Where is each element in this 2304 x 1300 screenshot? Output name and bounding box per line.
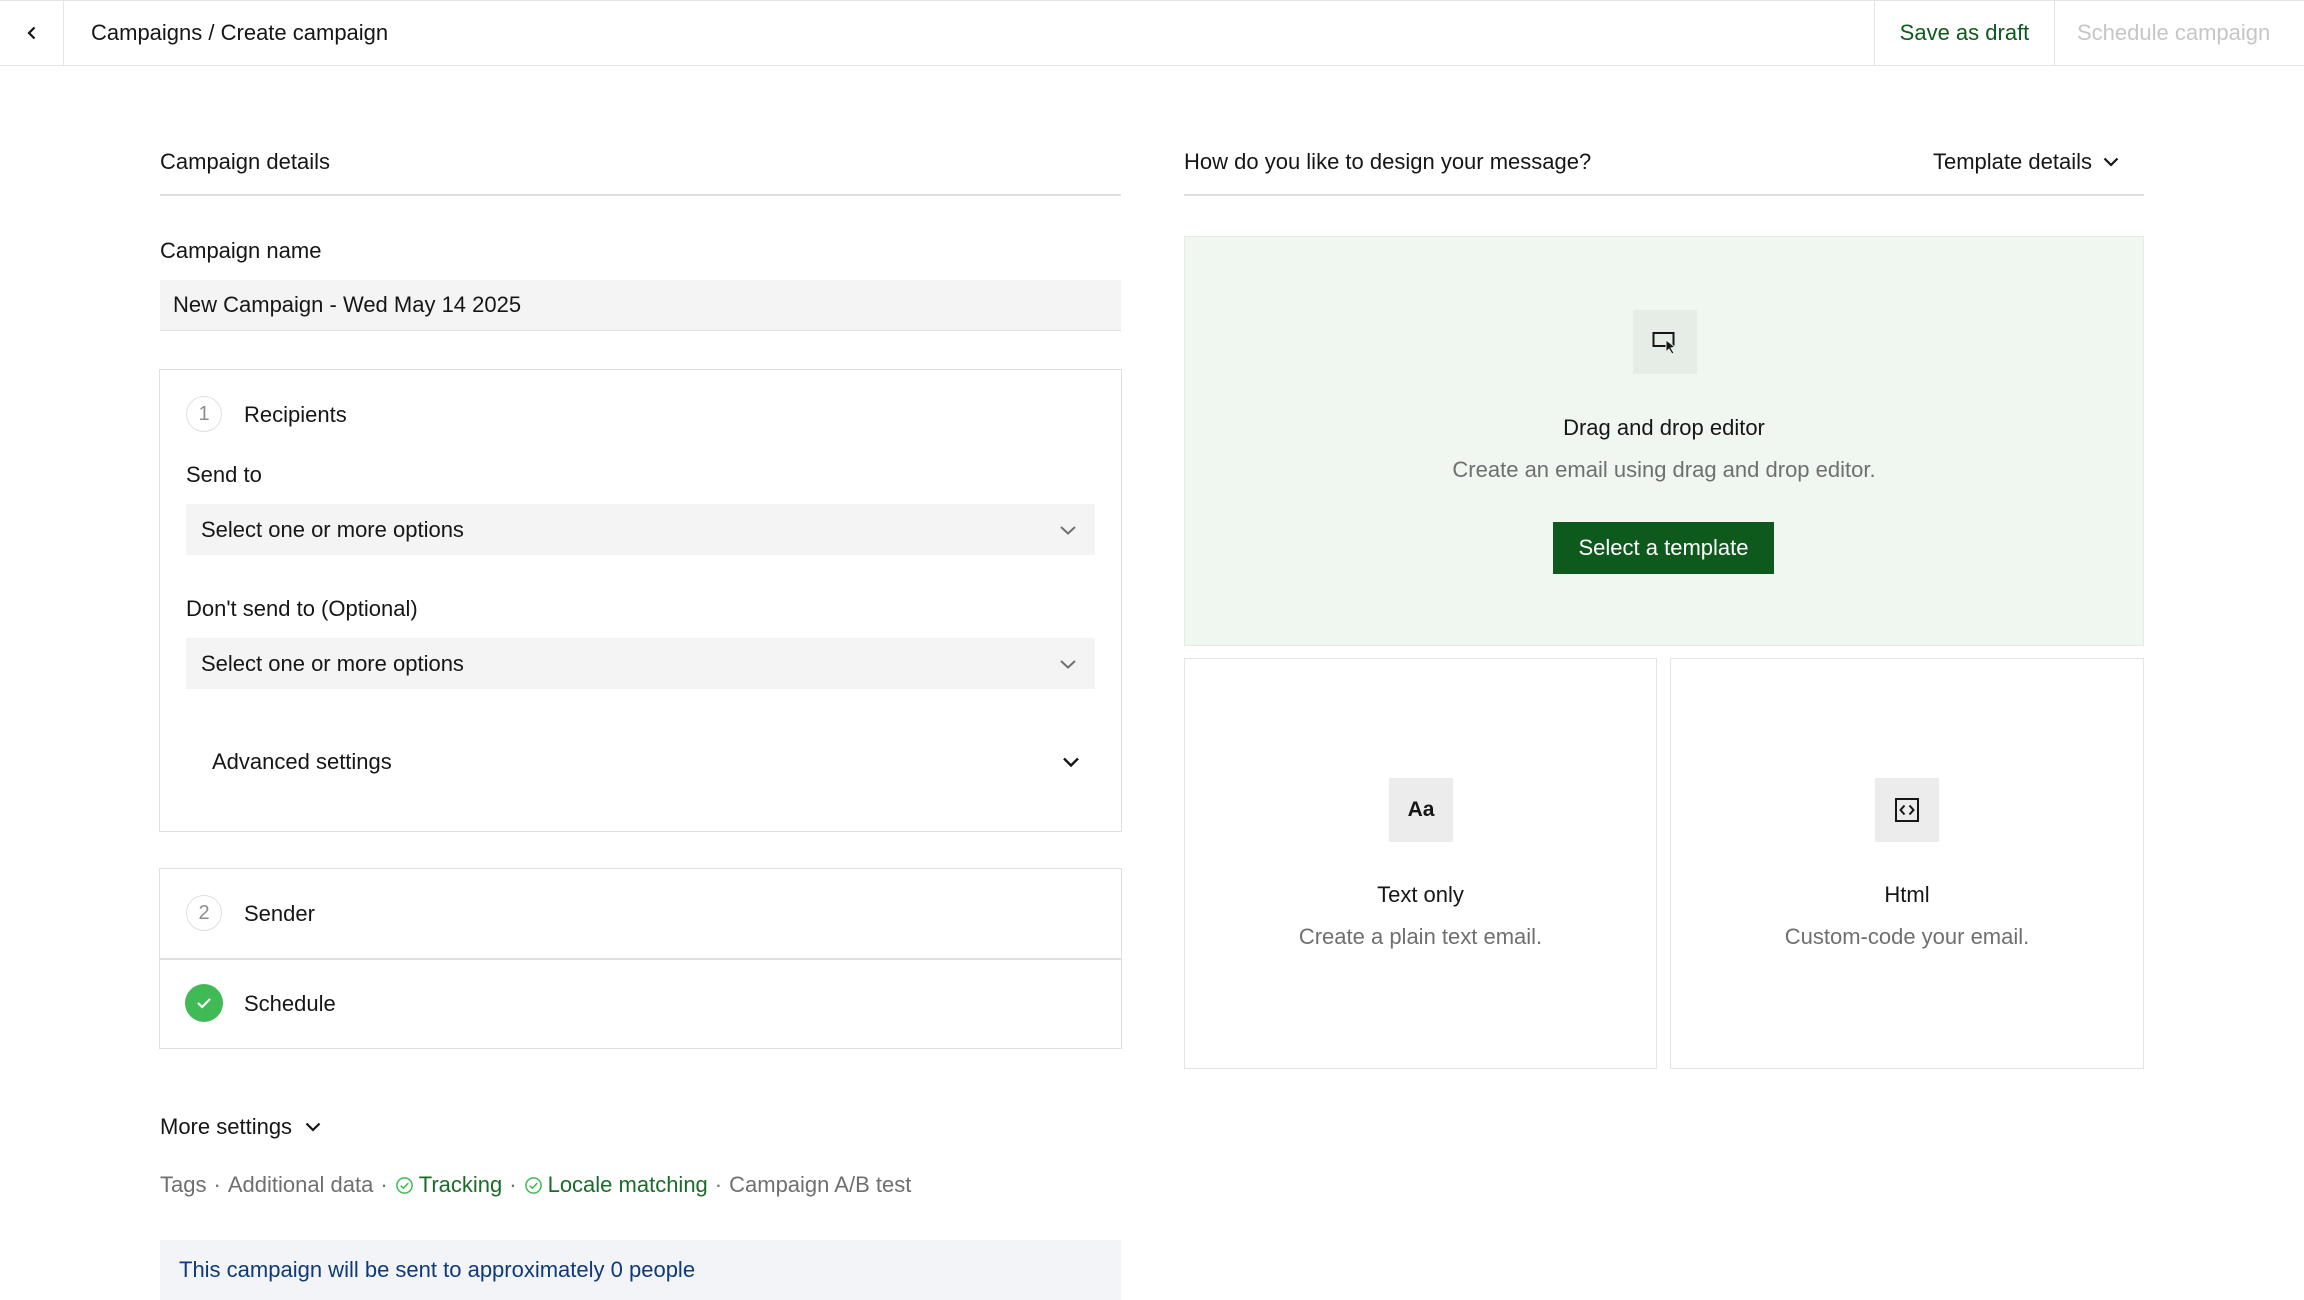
text-only-title: Text only [1377, 882, 1464, 907]
save-draft-button[interactable]: Save as draft [1874, 1, 2054, 65]
send-to-placeholder: Select one or more options [201, 516, 464, 542]
separator: · [509, 1172, 517, 1197]
chevron-down-icon [1060, 525, 1076, 535]
setting-additional-data: Additional data [227, 1172, 374, 1197]
setting-tracking: Tracking [395, 1172, 503, 1198]
drag-drop-description: Create an email using drag and drop edit… [1452, 457, 1876, 482]
heading-divider [160, 194, 1121, 196]
html-title: Html [1884, 882, 1930, 907]
advanced-settings-toggle[interactable]: Advanced settings [186, 734, 1095, 790]
breadcrumb: Campaigns / Create campaign [91, 20, 389, 45]
top-bar: Campaigns / Create campaign Save as draf… [0, 0, 2304, 66]
drag-drop-title: Drag and drop editor [1563, 415, 1765, 440]
setting-locale-matching-label: Locale matching [547, 1172, 708, 1197]
setting-tags: Tags [160, 1172, 207, 1197]
heading-divider [1184, 194, 2144, 196]
more-settings-toggle[interactable]: More settings [160, 1114, 322, 1140]
code-icon [1875, 778, 1939, 842]
html-option[interactable]: Html Custom-code your email. [1670, 658, 2144, 1069]
recipients-title: Recipients [244, 402, 347, 427]
schedule-campaign-button[interactable]: Schedule campaign [2054, 1, 2304, 65]
dont-send-placeholder: Select one or more options [201, 650, 464, 676]
sender-schedule-card: 2 Sender Schedule [159, 868, 1122, 1049]
audience-notice: This campaign will be sent to approximat… [160, 1240, 1121, 1300]
setting-locale-matching: Locale matching [524, 1172, 708, 1198]
step-number: 2 [186, 895, 222, 931]
schedule-step[interactable]: Schedule [160, 959, 1121, 1048]
more-settings-label: More settings [160, 1114, 293, 1139]
more-settings-summary: Tags · Additional data · Tracking · Loca… [160, 1172, 911, 1198]
chevron-down-icon [305, 1122, 321, 1132]
text-format-icon: Aa [1389, 778, 1453, 842]
send-to-label: Send to [186, 462, 262, 487]
check-circle-icon [395, 1176, 413, 1194]
schedule-title: Schedule [244, 991, 336, 1016]
chevron-down-icon [1063, 757, 1079, 768]
chevron-left-icon [26, 26, 35, 40]
separator: · [714, 1172, 723, 1197]
text-only-option[interactable]: Aa Text only Create a plain text email. [1184, 658, 1657, 1069]
dont-send-select[interactable]: Select one or more options [186, 638, 1095, 689]
campaign-name-label: Campaign name [160, 238, 322, 263]
sender-title: Sender [244, 901, 315, 926]
chevron-down-icon [1060, 659, 1076, 669]
html-description: Custom-code your email. [1784, 924, 2030, 949]
check-circle-icon [524, 1176, 542, 1194]
step-number: 1 [186, 396, 222, 432]
setting-ab-test: Campaign A/B test [729, 1172, 912, 1197]
separator: · [213, 1172, 221, 1197]
template-details-toggle[interactable]: Template details [1933, 149, 2120, 175]
template-details-label: Template details [1933, 149, 2092, 174]
chevron-down-icon [2103, 157, 2119, 167]
campaign-name-input[interactable]: New Campaign - Wed May 14 2025 [160, 280, 1121, 331]
send-to-select[interactable]: Select one or more options [186, 504, 1095, 555]
cursor-select-icon [1633, 310, 1697, 374]
completed-check-icon [185, 984, 223, 1022]
design-heading: How do you like to design your message? [1184, 149, 1592, 174]
campaign-details-heading: Campaign details [160, 149, 330, 174]
text-only-description: Create a plain text email. [1298, 924, 1543, 949]
recipients-card: 1 Recipients Send to Select one or more … [159, 369, 1122, 832]
advanced-settings-label: Advanced settings [212, 749, 392, 774]
drag-drop-option: Drag and drop editor Create an email usi… [1184, 236, 2144, 646]
dont-send-label: Don't send to (Optional) [186, 596, 418, 621]
setting-tracking-label: Tracking [418, 1172, 503, 1197]
separator: · [380, 1172, 388, 1197]
sender-step[interactable]: 2 Sender [160, 869, 1121, 958]
back-button[interactable] [0, 1, 64, 65]
select-template-button[interactable]: Select a template [1553, 522, 1774, 574]
